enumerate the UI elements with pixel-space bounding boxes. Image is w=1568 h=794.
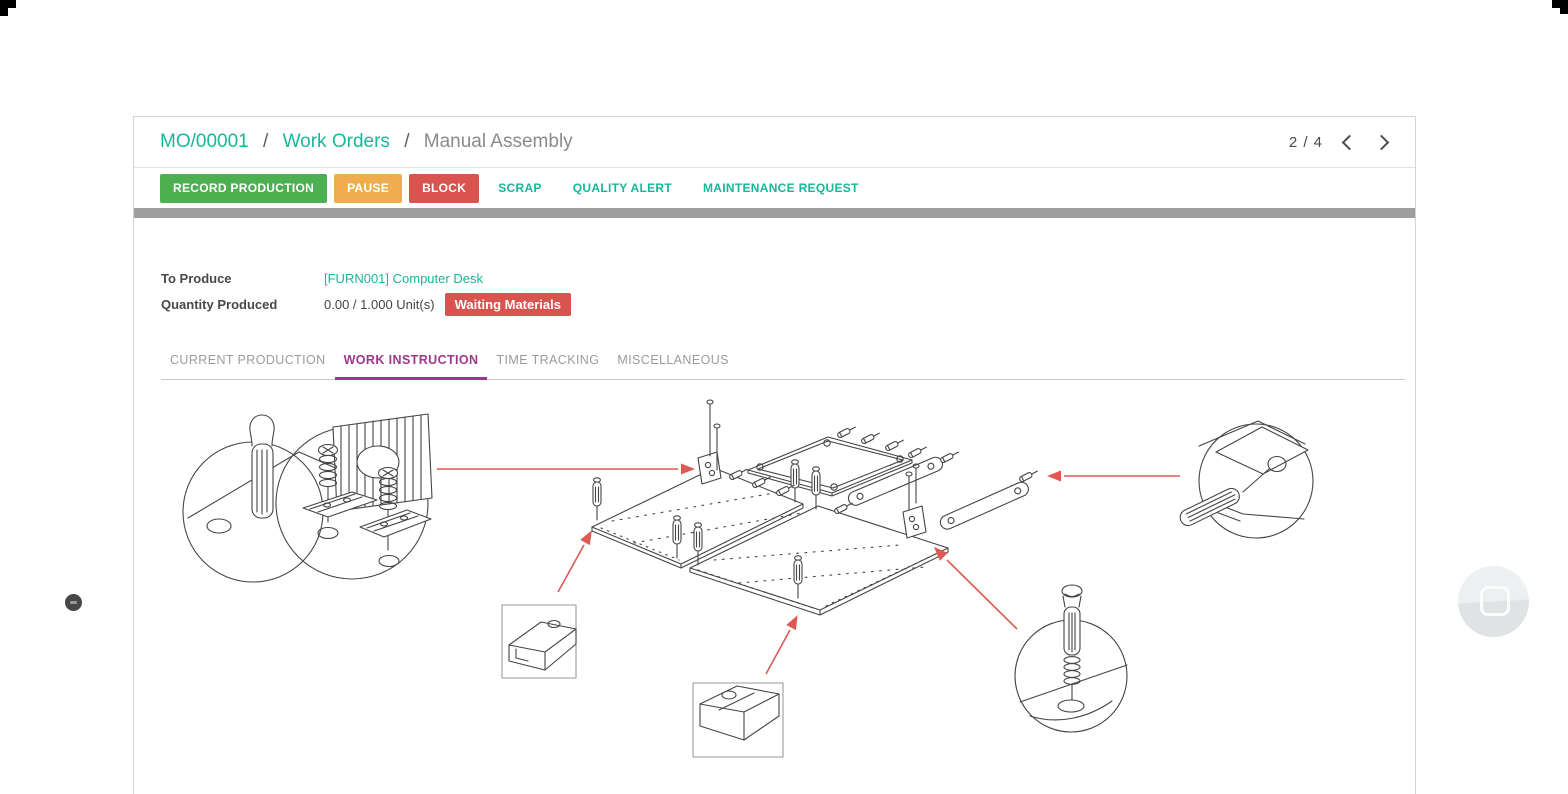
screen-corner-mark bbox=[1560, 8, 1568, 14]
to-produce-row: To Produce [FURN001] Computer Desk bbox=[161, 269, 1405, 287]
notebook-tabs: CURRENT PRODUCTION WORK INSTRUCTION TIME… bbox=[161, 353, 1405, 380]
recorder-dash-icon bbox=[70, 601, 77, 604]
scrap-button[interactable]: SCRAP bbox=[486, 181, 554, 195]
workorder-sheet: To Produce [FURN001] Computer Desk Quant… bbox=[134, 218, 1415, 380]
block-button[interactable]: BLOCK bbox=[409, 174, 479, 203]
home-button[interactable] bbox=[1458, 566, 1529, 637]
to-produce-value[interactable]: [FURN001] Computer Desk bbox=[324, 271, 483, 286]
tab-current-production[interactable]: CURRENT PRODUCTION bbox=[161, 353, 335, 380]
screen-corner-mark bbox=[0, 0, 16, 8]
breadcrumb-separator: / bbox=[404, 131, 409, 152]
screen: MO/00001 / Work Orders / Manual Assembly… bbox=[0, 0, 1568, 794]
pager: 2 / 4 bbox=[1289, 134, 1387, 151]
pager-previous-icon[interactable] bbox=[1342, 134, 1358, 150]
screen-corner-mark bbox=[0, 8, 8, 16]
quantity-produced-row: Quantity Produced 0.00 / 1.000 Unit(s) W… bbox=[161, 293, 1405, 316]
pager-value: 2 / 4 bbox=[1289, 134, 1323, 151]
home-square-icon bbox=[1480, 586, 1510, 616]
quality-alert-button[interactable]: QUALITY ALERT bbox=[561, 181, 684, 195]
workorder-card: MO/00001 / Work Orders / Manual Assembly… bbox=[133, 116, 1416, 794]
maintenance-request-button[interactable]: MAINTENANCE REQUEST bbox=[691, 181, 871, 195]
floating-recorder-dot[interactable] bbox=[65, 594, 82, 611]
tab-miscellaneous[interactable]: MISCELLANEOUS bbox=[608, 353, 737, 380]
quantity-produced-label: Quantity Produced bbox=[161, 297, 324, 312]
breadcrumb-current-page: Manual Assembly bbox=[424, 131, 573, 152]
breadcrumb: MO/00001 / Work Orders / Manual Assembly bbox=[160, 131, 1289, 153]
pager-next-icon[interactable] bbox=[1374, 134, 1390, 150]
progress-separator-bar bbox=[134, 208, 1415, 218]
pause-button[interactable]: PAUSE bbox=[334, 174, 402, 203]
card-header: MO/00001 / Work Orders / Manual Assembly… bbox=[134, 117, 1415, 168]
screen-corner-mark bbox=[1552, 0, 1568, 8]
waiting-materials-badge: Waiting Materials bbox=[445, 293, 571, 316]
tab-time-tracking[interactable]: TIME TRACKING bbox=[487, 353, 608, 380]
breadcrumb-mo-link[interactable]: MO/00001 bbox=[160, 131, 249, 152]
breadcrumb-separator: / bbox=[263, 131, 268, 152]
tab-work-instruction[interactable]: WORK INSTRUCTION bbox=[335, 353, 488, 380]
breadcrumb-workorders-link[interactable]: Work Orders bbox=[283, 131, 390, 152]
record-production-button[interactable]: RECORD PRODUCTION bbox=[160, 174, 327, 203]
workorder-toolbar: RECORD PRODUCTION PAUSE BLOCK SCRAP QUAL… bbox=[134, 168, 1415, 208]
to-produce-label: To Produce bbox=[161, 271, 324, 286]
quantity-produced-value: 0.00 / 1.000 Unit(s) bbox=[324, 297, 435, 312]
